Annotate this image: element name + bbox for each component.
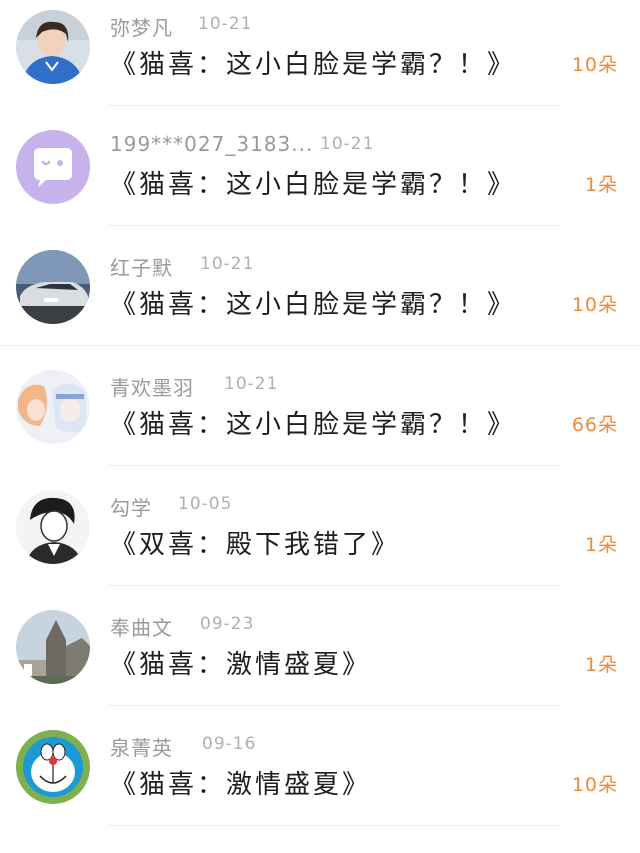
gift-count: 10朵 (571, 54, 618, 76)
list-item[interactable]: 199***027_3183... 10-21 《猫喜：这小白脸是学霸？！》 1… (0, 120, 640, 240)
gift-count: 1朵 (584, 654, 618, 676)
girl-blue-jacket-avatar[interactable] (16, 10, 90, 84)
book-title[interactable]: 《猫喜：这小白脸是学霸？！》 (110, 164, 516, 201)
book-title[interactable]: 《猫喜：这小白脸是学霸？！》 (110, 284, 516, 321)
record-date: 10-21 (200, 254, 255, 274)
user-name: 泉菁英 (110, 736, 173, 760)
record-date: 10-21 (198, 14, 253, 34)
chat-bubble-wink-avatar[interactable] (16, 130, 90, 204)
user-name: 红子默 (110, 256, 173, 280)
gift-count: 10朵 (571, 774, 618, 796)
cathedral-avatar[interactable] (16, 610, 90, 684)
doraemon-avatar[interactable] (16, 730, 90, 804)
record-date: 10-21 (224, 374, 279, 394)
gift-count: 1朵 (584, 534, 618, 556)
record-date: 10-21 (320, 134, 375, 154)
book-title[interactable]: 《猫喜：这小白脸是学霸？！》 (110, 404, 516, 441)
gift-record-list: 弥梦凡 10-21 《猫喜：这小白脸是学霸？！》 10朵 199***027_3… (0, 0, 640, 853)
list-item[interactable]: 红子默 10-21 《猫喜：这小白脸是学霸？！》 10朵 (0, 240, 640, 360)
record-date: 09-23 (200, 614, 255, 634)
record-date: 09-16 (202, 734, 257, 754)
book-title[interactable]: 《双喜：殿下我错了》 (110, 524, 400, 561)
gift-count: 66朵 (571, 414, 618, 436)
user-name: 弥梦凡 (110, 16, 173, 40)
book-title[interactable]: 《猫喜：激情盛夏》 (110, 764, 371, 801)
user-name: 199***027_3183... (110, 132, 314, 156)
list-item[interactable]: 弥梦凡 10-21 《猫喜：这小白脸是学霸？！》 10朵 (0, 0, 640, 120)
car-avatar[interactable] (16, 250, 90, 324)
gift-count: 10朵 (571, 294, 618, 316)
book-title[interactable]: 《猫喜：这小白脸是学霸？！》 (110, 44, 516, 81)
sketch-man-avatar[interactable] (16, 490, 90, 564)
user-name: 青欢墨羽 (110, 376, 194, 400)
list-item[interactable]: 泉菁英 09-16 《猫喜：激情盛夏》 10朵 (0, 720, 640, 840)
list-item[interactable]: 勾学 10-05 《双喜：殿下我错了》 1朵 (0, 480, 640, 600)
gift-count: 1朵 (584, 174, 618, 196)
book-title[interactable]: 《猫喜：激情盛夏》 (110, 644, 371, 681)
list-item[interactable]: 奉曲文 09-23 《猫喜：激情盛夏》 1朵 (0, 600, 640, 720)
record-date: 10-05 (178, 494, 233, 514)
user-name: 奉曲文 (110, 616, 173, 640)
list-item[interactable]: 青欢墨羽 10-21 《猫喜：这小白脸是学霸？！》 66朵 (0, 360, 640, 480)
user-name: 勾学 (110, 496, 152, 520)
anime-pair-avatar[interactable] (16, 370, 90, 444)
